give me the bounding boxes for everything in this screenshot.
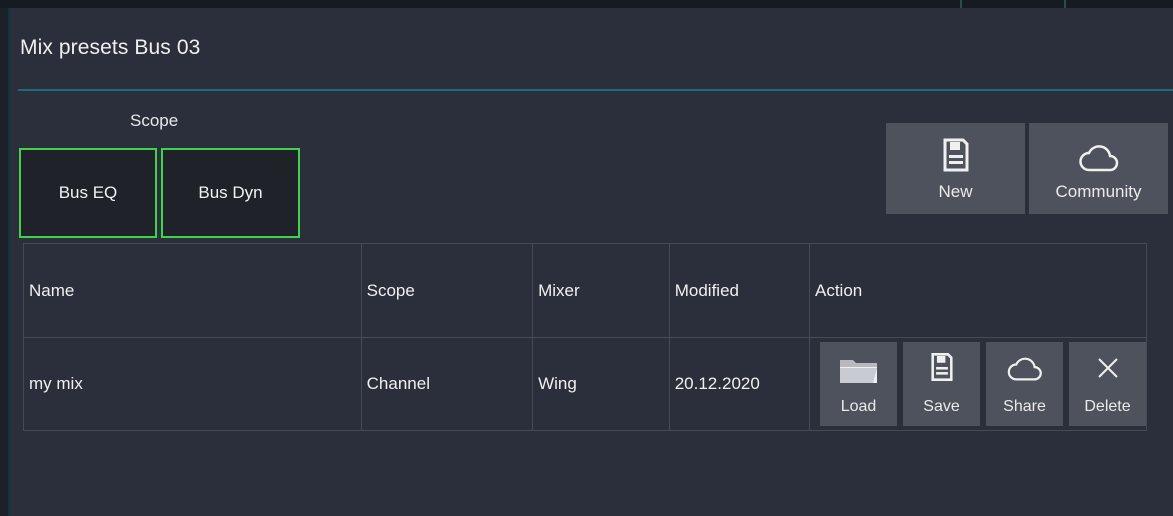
scope-label: Scope [130,111,179,130]
share-label: Share [1003,398,1046,415]
scope-bus-dyn-label: Bus Dyn [198,183,263,202]
mix-presets-dialog: Mix presets Bus 03 Scope Bus EQ Bus Dyn … [10,8,1173,516]
divider [960,0,962,8]
scope-bus-dyn-button[interactable]: Bus Dyn [161,148,300,238]
delete-label: Delete [1084,398,1131,415]
table-header-row: Name Scope Mixer Modified Action [23,243,1147,338]
cell-modified: 20.12.2020 [668,337,811,431]
save-label: Save [923,398,960,415]
top-strip [0,0,1173,8]
save-button[interactable]: Save [903,342,980,426]
cloud-icon [1078,141,1119,178]
delete-button[interactable]: Delete [1069,342,1146,426]
column-header-mixer: Mixer [532,243,670,338]
column-header-scope: Scope [360,243,534,338]
new-preset-button[interactable]: New [886,123,1025,214]
column-header-name: Name [23,243,362,338]
dialog-title: Mix presets Bus 03 [20,36,201,59]
column-header-action: Action [809,243,1147,338]
cell-scope: Channel [360,337,534,431]
new-preset-label: New [938,182,973,201]
community-label: Community [1055,182,1142,201]
scope-bus-eq-label: Bus EQ [58,183,118,202]
cloud-icon [1007,354,1043,387]
cell-actions: Load Save Share Delete [809,337,1147,431]
close-icon [1096,356,1120,385]
presets-table: Name Scope Mixer Modified Action my mix … [23,243,1147,431]
divider [1064,0,1066,8]
folder-icon [839,358,879,389]
table-row[interactable]: my mix Channel Wing 20.12.2020 Load Save… [23,337,1147,431]
share-button[interactable]: Share [986,342,1063,426]
title-divider [18,89,1173,91]
floppy-disk-icon [930,352,953,387]
scope-bus-eq-button[interactable]: Bus EQ [19,148,157,238]
column-header-modified: Modified [668,243,811,338]
load-button[interactable]: Load [820,342,897,426]
cell-mixer: Wing [532,337,670,431]
load-label: Load [840,398,877,415]
floppy-disk-icon [943,138,969,177]
cell-name: my mix [23,337,362,431]
community-button[interactable]: Community [1029,123,1168,214]
